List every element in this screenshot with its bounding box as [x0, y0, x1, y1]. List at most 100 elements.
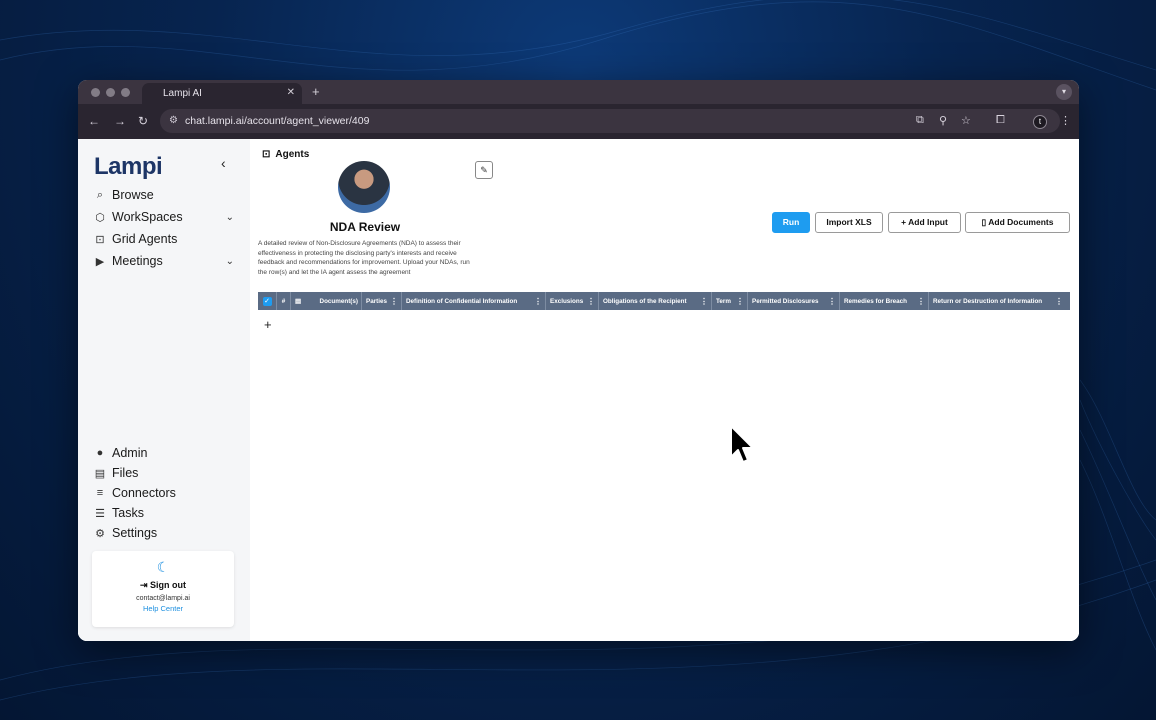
close-window-dot[interactable]	[91, 88, 100, 97]
sidebar-item-browse[interactable]: ⌕ Browse	[94, 188, 234, 202]
search-icon: ⌕	[96, 188, 104, 201]
admin-icon: ●	[96, 447, 104, 459]
column-header[interactable]: Exclusions ⋮	[545, 292, 598, 310]
reload-icon[interactable]: ↻	[138, 114, 148, 128]
select-all-checkbox[interactable]: ✓	[258, 292, 276, 310]
minimize-window-dot[interactable]	[106, 88, 115, 97]
robot-icon: ⊡	[262, 149, 271, 160]
sidebar-item-label: Meetings	[112, 254, 163, 268]
site-info-icon[interactable]: ⚙	[169, 115, 178, 126]
add-row-button[interactable]: +	[264, 317, 272, 332]
sidebar-item-tasks[interactable]: ☰ Tasks	[94, 506, 234, 520]
sidebar-item-workspaces[interactable]: ⬡ WorkSpaces ⌄	[94, 210, 234, 224]
column-header[interactable]: ▤ Document(s)	[290, 292, 361, 310]
agent-title: NDA Review	[329, 220, 401, 234]
breadcrumb: ⊡ Agents	[262, 149, 309, 160]
cube-icon: ⬡	[95, 211, 105, 224]
column-menu-icon[interactable]: ⋮	[828, 297, 836, 306]
column-header[interactable]: Parties ⋮	[361, 292, 401, 310]
agent-description: A detailed review of Non-Disclosure Agre…	[258, 240, 470, 276]
column-header[interactable]: Return or Destruction of Information ⋮	[928, 292, 1066, 310]
chevron-down-icon[interactable]: ⌄	[226, 212, 234, 223]
edit-agent-button[interactable]: ✎	[475, 161, 493, 179]
index-column-header: #	[276, 292, 290, 310]
breadcrumb-agents[interactable]: Agents	[275, 149, 309, 160]
add-documents-label: Add Documents	[988, 217, 1054, 227]
sign-out-icon: ⇥	[139, 580, 151, 590]
new-tab-button[interactable]: +	[312, 84, 320, 99]
sidebar-item-label: WorkSpaces	[112, 210, 183, 224]
tab-bar: Lampi AI ✕ + ▾	[78, 80, 1079, 104]
browser-menu-icon[interactable]: ⋮	[1060, 114, 1071, 127]
column-header-label: Return or Destruction of Information	[933, 297, 1043, 305]
column-header-label: Document(s)	[319, 297, 358, 305]
lampi-logo[interactable]: Lampi	[94, 153, 163, 181]
column-header[interactable]: Term ⋮	[711, 292, 747, 310]
profile-avatar[interactable]: t	[1033, 115, 1047, 129]
mouse-cursor-icon	[730, 425, 754, 463]
sign-out-button[interactable]: ⇥ Sign out	[92, 580, 234, 591]
column-menu-icon[interactable]: ⋮	[534, 297, 542, 306]
theme-moon-icon[interactable]: ☾	[92, 559, 234, 576]
sidebar-item-settings[interactable]: ⚙ Settings	[94, 526, 234, 540]
column-header-label: Term	[716, 297, 731, 305]
column-header-label: Parties	[366, 297, 388, 305]
database-icon: ≡	[96, 487, 104, 499]
browser-tab[interactable]: Lampi AI ✕	[142, 83, 302, 104]
chevron-down-icon[interactable]: ⌄	[226, 256, 234, 267]
video-icon: ▶	[95, 255, 105, 268]
install-app-icon[interactable]: ⧉	[916, 114, 924, 127]
sidebar-item-meetings[interactable]: ▶ Meetings ⌄	[94, 254, 234, 268]
sidebar: Lampi ‹ ⌕ Browse ⬡ WorkSpaces ⌄ ⊡ Grid A…	[78, 139, 250, 641]
browser-window: Lampi AI ✕ + ▾ ← → ↻ ⚙ chat.lampi.ai/acc…	[78, 80, 1079, 641]
column-header[interactable]: Permitted Disclosures ⋮	[747, 292, 839, 310]
column-header[interactable]: Remedies for Breach ⋮	[839, 292, 928, 310]
add-input-button[interactable]: + Add Input	[888, 212, 961, 233]
tasks-icon: ☰	[95, 507, 105, 520]
sidebar-item-connectors[interactable]: ≡ Connectors	[94, 486, 234, 500]
help-center-link[interactable]: Help Center	[92, 604, 234, 613]
url-text: chat.lampi.ai/account/agent_viewer/409	[185, 115, 370, 127]
agent-avatar	[338, 161, 390, 213]
tab-title: Lampi AI	[163, 88, 202, 99]
zoom-icon[interactable]: ⚲	[939, 114, 947, 127]
column-menu-icon[interactable]: ⋮	[917, 297, 925, 306]
run-button[interactable]: Run	[772, 212, 810, 233]
sidebar-item-grid-agents[interactable]: ⊡ Grid Agents	[94, 232, 234, 246]
close-tab-icon[interactable]: ✕	[287, 87, 295, 98]
sidebar-item-label: Tasks	[112, 506, 144, 520]
tab-search-icon[interactable]: ▾	[1056, 84, 1072, 100]
collapse-sidebar-icon[interactable]: ‹	[221, 155, 226, 171]
account-card: ☾ ⇥ Sign out contact@lampi.ai Help Cente…	[92, 551, 234, 627]
forward-icon[interactable]: →	[114, 114, 126, 128]
add-documents-button[interactable]: ▯ Add Documents	[965, 212, 1070, 233]
gear-icon: ⚙	[95, 527, 105, 540]
address-bar[interactable]: ⚙ chat.lampi.ai/account/agent_viewer/409	[160, 109, 1060, 133]
sign-out-label: Sign out	[150, 580, 187, 590]
column-menu-icon[interactable]: ⋮	[390, 297, 398, 306]
sidebar-item-files[interactable]: ▤ Files	[94, 466, 234, 480]
column-menu-icon[interactable]: ⋮	[1055, 297, 1063, 306]
maximize-window-dot[interactable]	[121, 88, 130, 97]
window-controls	[91, 88, 130, 97]
extensions-icon[interactable]: ⧠	[996, 114, 1005, 127]
column-menu-icon[interactable]: ⋮	[587, 297, 595, 306]
column-header-label: Permitted Disclosures	[752, 297, 819, 305]
sidebar-item-admin[interactable]: ● Admin	[94, 446, 234, 460]
import-xls-button[interactable]: Import XLS	[815, 212, 883, 233]
bookmark-star-icon[interactable]: ☆	[961, 114, 971, 127]
robot-icon: ⊡	[95, 233, 105, 246]
column-header-label: Definition of Confidential Information	[406, 297, 518, 305]
column-header[interactable]: Obligations of the Recipient ⋮	[598, 292, 711, 310]
column-menu-icon[interactable]: ⋮	[700, 297, 708, 306]
column-header[interactable]: Definition of Confidential Information ⋮	[401, 292, 545, 310]
column-menu-icon[interactable]: ⋮	[736, 297, 744, 306]
app-area: Lampi ‹ ⌕ Browse ⬡ WorkSpaces ⌄ ⊡ Grid A…	[78, 139, 1079, 641]
sidebar-item-label: Browse	[112, 188, 154, 202]
sidebar-item-label: Admin	[112, 446, 148, 460]
browser-toolbar: ← → ↻ ⚙ chat.lampi.ai/account/agent_view…	[78, 104, 1079, 139]
index-header-label: #	[281, 297, 286, 305]
sidebar-item-label: Settings	[112, 526, 158, 540]
back-icon[interactable]: ←	[88, 114, 100, 128]
column-header-label: Obligations of the Recipient	[603, 297, 687, 305]
